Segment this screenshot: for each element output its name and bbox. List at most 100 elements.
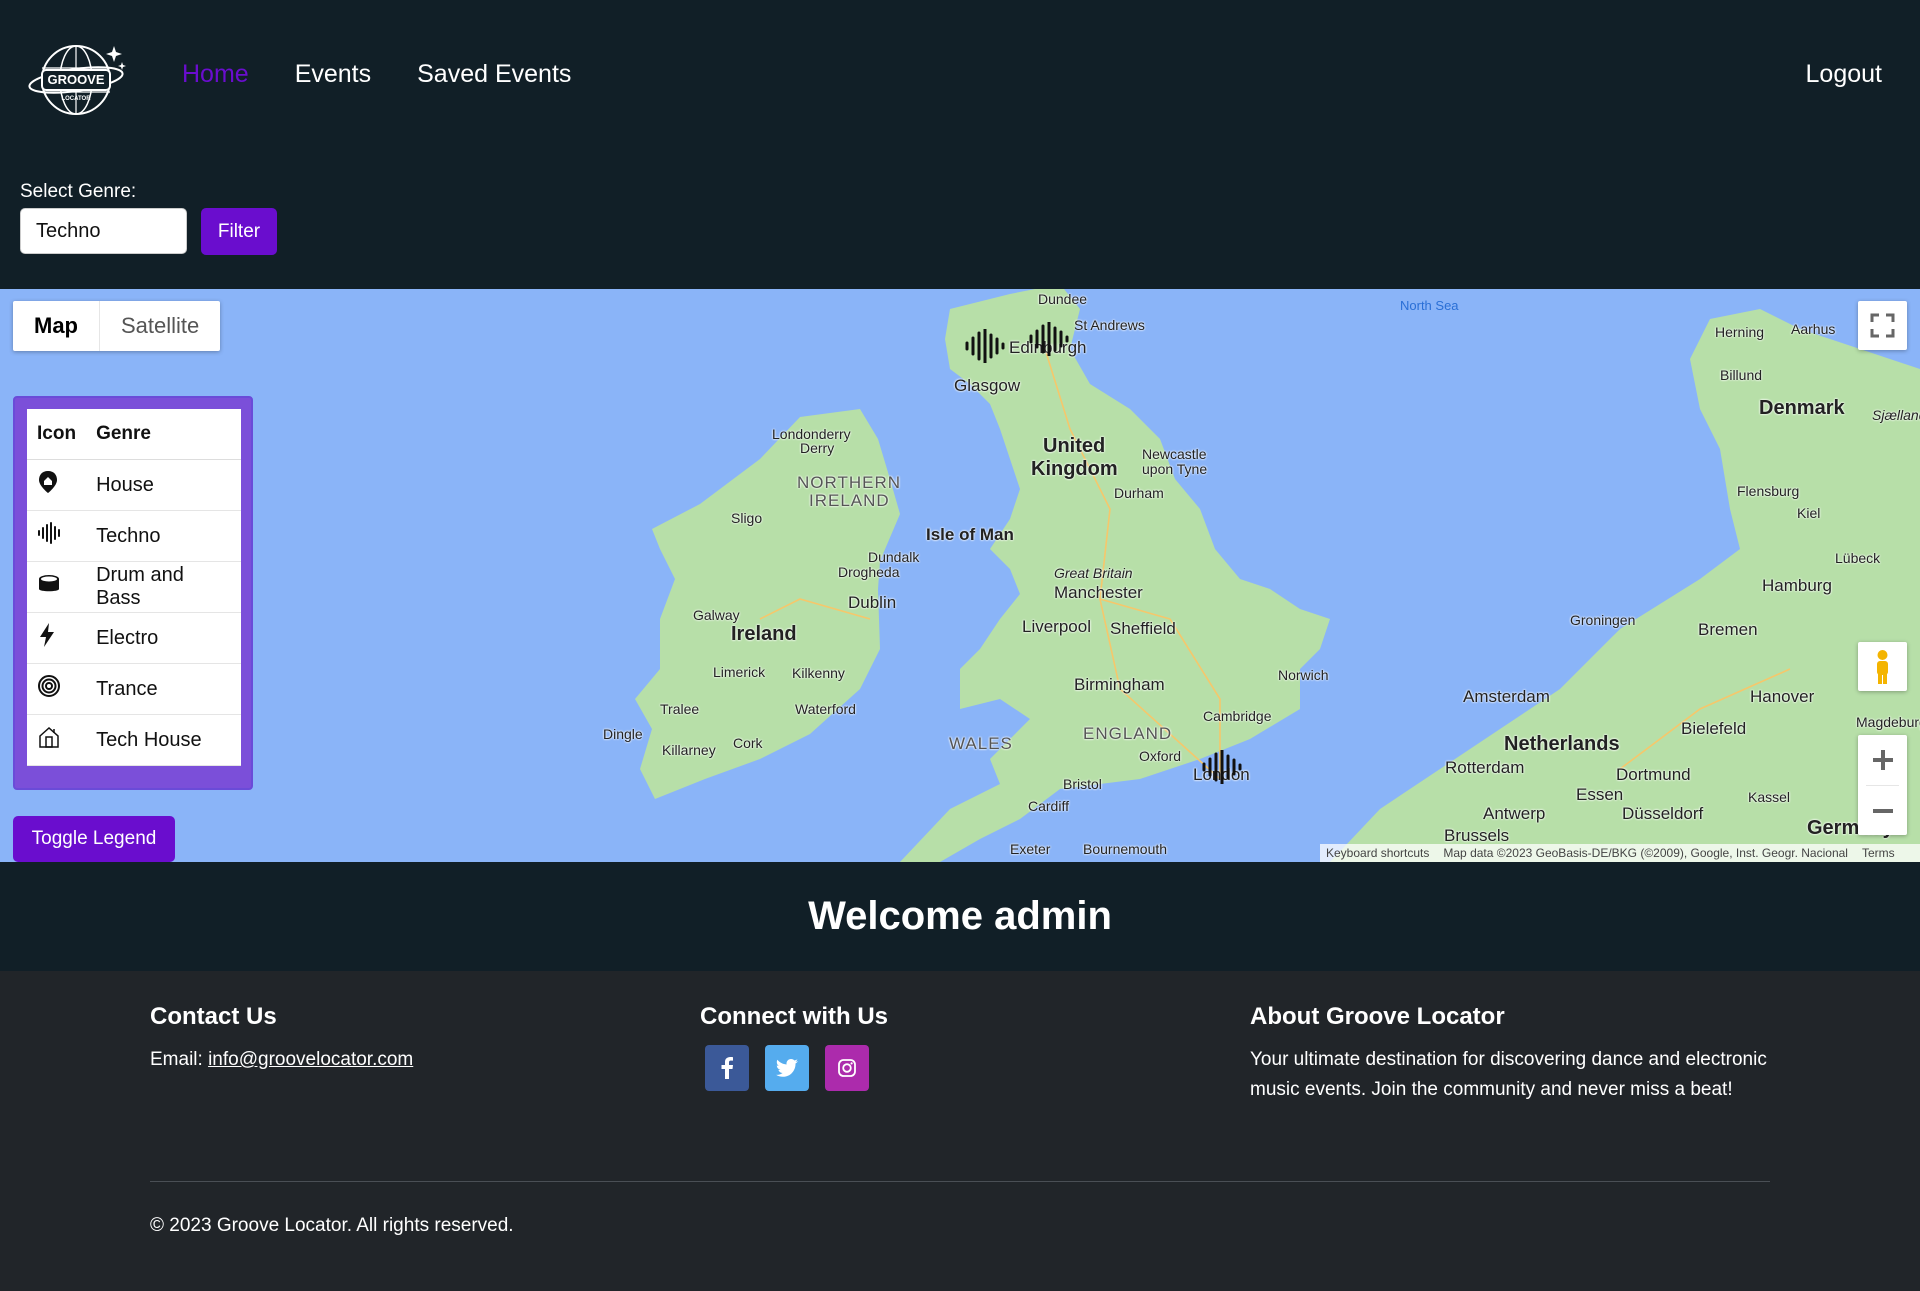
fullscreen-icon <box>1870 313 1895 338</box>
label-dortmund: Dortmund <box>1616 765 1691 784</box>
map-type-control: Map Satellite <box>13 301 221 351</box>
email-link[interactable]: info@groovelocator.com <box>208 1049 413 1070</box>
label-newcastle: Newcastle <box>1142 446 1207 462</box>
legend-genre-label: Techno <box>86 510 241 562</box>
legend-row: Techno <box>27 510 241 562</box>
contact-email-line: Email: info@groovelocator.com <box>150 1045 413 1075</box>
label-drogheda: Drogheda <box>838 564 900 580</box>
map-type-map-button[interactable]: Map <box>13 301 100 351</box>
keyboard-shortcuts-link[interactable]: Keyboard shortcuts <box>1326 846 1429 860</box>
facebook-icon <box>721 1057 733 1079</box>
header: GROOVE LOCATOR Home Events Saved Events … <box>0 0 1920 160</box>
instagram-button[interactable] <box>825 1045 869 1091</box>
toggle-legend-button[interactable]: Toggle Legend <box>13 816 175 862</box>
email-label: Email: <box>150 1049 209 1070</box>
label-sligo: Sligo <box>731 510 763 526</box>
label-upon-tyne: upon Tyne <box>1142 461 1208 477</box>
label-dingle: Dingle <box>603 726 643 742</box>
legend-genre-label: Electro <box>86 612 241 664</box>
groove-locator-logo[interactable]: GROOVE LOCATOR <box>28 40 128 118</box>
pegman-icon <box>1877 650 1888 684</box>
map-attribution: Keyboard shortcuts Map data ©2023 GeoBas… <box>1320 844 1920 862</box>
filter-button[interactable]: Filter <box>201 208 277 255</box>
label-bournemouth: Bournemouth <box>1083 841 1168 857</box>
label-flensburg: Flensburg <box>1737 483 1800 499</box>
about-title: About Groove Locator <box>1250 1003 1505 1030</box>
nav-home[interactable]: Home <box>182 60 249 89</box>
label-kilkenny: Kilkenny <box>792 665 845 681</box>
label-brussels: Brussels <box>1444 826 1510 845</box>
label-exeter: Exeter <box>1010 841 1051 857</box>
footer-about: About Groove Locator Your ultimate desti… <box>1250 1003 1770 1105</box>
twitter-button[interactable] <box>765 1045 809 1091</box>
genre-legend: Icon Genre House Techno Drum and Bass El… <box>13 396 253 790</box>
label-liverpool: Liverpool <box>1022 617 1091 636</box>
footer-connect: Connect with Us <box>700 1003 888 1091</box>
plus-icon <box>1872 750 1893 770</box>
label-dundalk: Dundalk <box>868 549 920 565</box>
zoom-out-button[interactable] <box>1858 786 1907 836</box>
fullscreen-button[interactable] <box>1858 301 1907 350</box>
techno-marker-glasgow[interactable] <box>964 329 1008 363</box>
label-bielefeld: Bielefeld <box>1681 719 1747 738</box>
terms-link[interactable]: Terms <box>1862 846 1895 860</box>
zoom-in-button[interactable] <box>1858 735 1907 785</box>
label-england: ENGLAND <box>1083 724 1173 743</box>
label-great-britain: Great Britain <box>1054 565 1133 581</box>
label-killarney: Killarney <box>662 742 716 758</box>
label-aarhus: Aarhus <box>1791 321 1836 337</box>
label-cardiff: Cardiff <box>1028 798 1069 814</box>
label-netherlands: Netherlands <box>1504 733 1620 755</box>
label-billund: Billund <box>1720 367 1763 383</box>
zoom-control <box>1858 735 1907 835</box>
house-pin-icon <box>39 471 57 493</box>
label-rotterdam: Rotterdam <box>1445 758 1525 777</box>
label-kassel: Kassel <box>1748 789 1791 805</box>
legend-genre-label: Trance <box>86 663 241 715</box>
map-type-satellite-button[interactable]: Satellite <box>100 301 220 351</box>
label-north-sea: North Sea <box>1400 298 1459 313</box>
label-durham: Durham <box>1114 485 1164 501</box>
nav-events[interactable]: Events <box>295 60 371 89</box>
about-text: Your ultimate destination for discoverin… <box>1250 1049 1767 1100</box>
label-northern-ireland: IRELAND <box>809 491 890 510</box>
facebook-button[interactable] <box>705 1045 749 1091</box>
street-view-pegman[interactable] <box>1858 642 1907 691</box>
label-st-andrews: St Andrews <box>1074 317 1145 333</box>
label-kiel: Kiel <box>1797 505 1821 521</box>
label-limerick: Limerick <box>713 664 766 680</box>
label-sheffield: Sheffield <box>1110 619 1176 638</box>
label-kingdom: Kingdom <box>1031 458 1118 480</box>
legend-header-genre: Genre <box>86 409 241 460</box>
legend-genre-label: Tech House <box>86 714 241 766</box>
legend-row: Trance <box>27 663 241 715</box>
techno-marker-london[interactable] <box>1201 750 1245 784</box>
label-united: United <box>1043 435 1106 457</box>
label-cork: Cork <box>733 735 763 751</box>
instagram-icon <box>838 1059 856 1077</box>
label-lubeck: Lübeck <box>1835 550 1881 566</box>
techno-marker-edinburgh[interactable] <box>1028 322 1072 356</box>
label-birmingham: Birmingham <box>1074 675 1165 694</box>
twitter-icon <box>776 1059 798 1077</box>
label-bremen: Bremen <box>1698 620 1758 639</box>
label-derry: Derry <box>800 440 835 456</box>
label-wales: WALES <box>949 734 1013 753</box>
legend-row: Drum and Bass <box>27 561 241 613</box>
label-tralee: Tralee <box>660 701 700 717</box>
footer-divider <box>150 1181 1770 1182</box>
label-waterford: Waterford <box>795 701 856 717</box>
logout-link[interactable]: Logout <box>1806 60 1882 89</box>
nav-saved-events[interactable]: Saved Events <box>417 60 571 89</box>
label-denmark: Denmark <box>1759 397 1845 419</box>
events-map[interactable]: North Sea Dundee St Andrews Edinburgh Gl… <box>0 289 1920 862</box>
genre-input[interactable] <box>20 208 187 254</box>
connect-title: Connect with Us <box>700 1003 889 1030</box>
main-nav: Home Events Saved Events <box>182 60 571 89</box>
legend-genre-label: Drum and Bass <box>86 561 241 613</box>
label-groningen: Groningen <box>1570 612 1636 628</box>
legend-header-icon: Icon <box>27 409 87 460</box>
label-sjaelland: Sjælland <box>1872 407 1920 423</box>
footer: Contact Us Email: info@groovelocator.com… <box>0 971 1920 1291</box>
label-galway: Galway <box>693 607 740 623</box>
